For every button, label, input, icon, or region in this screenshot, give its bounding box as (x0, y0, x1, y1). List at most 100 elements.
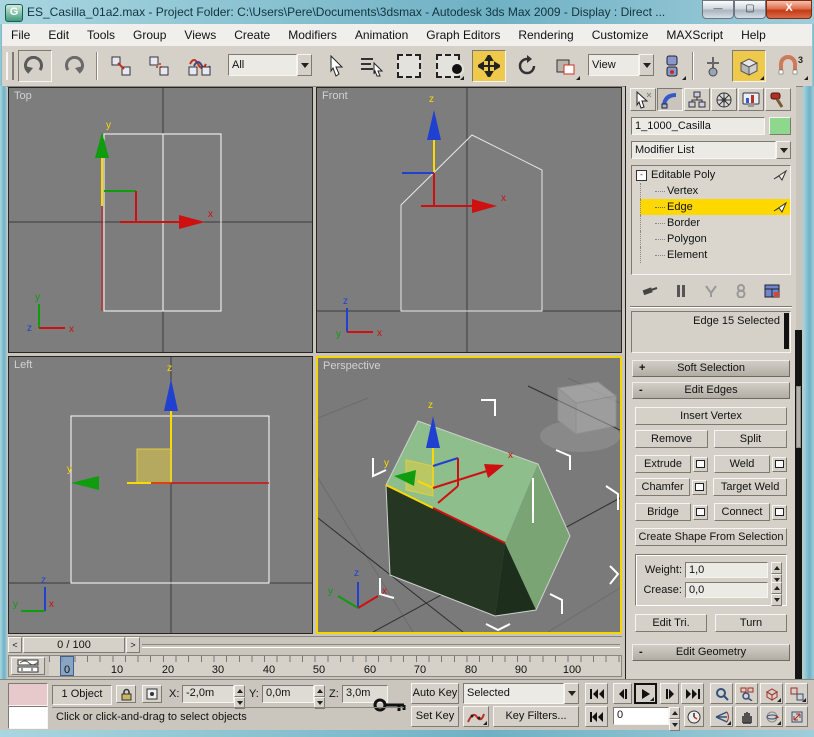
chamfer-button[interactable]: Chamfer (635, 478, 691, 496)
maximize-viewport-toggle-button[interactable] (785, 706, 808, 727)
target-weld-button[interactable]: Target Weld (713, 478, 787, 496)
selection-filter-arrow[interactable] (297, 54, 312, 76)
current-frame-field[interactable]: 0 (613, 707, 669, 725)
maximize-button[interactable]: ▢ (734, 0, 766, 19)
menu-rendering[interactable]: Rendering (509, 25, 582, 45)
crease-field[interactable]: 0,0 (685, 582, 768, 598)
stack-item-border[interactable]: Border (640, 215, 790, 231)
time-slider-next-button[interactable]: > (126, 637, 140, 653)
menu-animation[interactable]: Animation (346, 25, 417, 45)
x-coord-field[interactable]: -2,0m (182, 685, 234, 703)
weight-spinner[interactable] (771, 562, 782, 586)
menu-file[interactable]: File (2, 25, 39, 45)
rollout-soft-selection[interactable]: + Soft Selection (632, 360, 790, 377)
make-unique-icon[interactable] (704, 284, 718, 298)
selection-lock-toggle[interactable] (116, 685, 136, 703)
stack-item-vertex[interactable]: Vertex (640, 183, 790, 199)
stack-item-polygon[interactable]: Polygon (640, 231, 790, 247)
redo-button[interactable] (56, 50, 90, 82)
y-coord-field[interactable]: 0,0m (262, 685, 314, 703)
select-and-move-button[interactable] (472, 50, 506, 82)
select-and-link-button[interactable] (104, 50, 138, 82)
modifier-list-dropdown[interactable]: Modifier List (631, 141, 791, 159)
rollout-edit-geometry[interactable]: - Edit Geometry (632, 644, 790, 661)
menu-help[interactable]: Help (732, 25, 775, 45)
menu-tools[interactable]: Tools (78, 25, 124, 45)
menu-create[interactable]: Create (225, 25, 279, 45)
menu-maxscript[interactable]: MAXScript (657, 25, 732, 45)
modifier-list-arrow[interactable] (776, 141, 791, 159)
minimize-button[interactable]: — (702, 0, 734, 19)
toolbar-grip[interactable] (6, 52, 14, 80)
next-frame-button[interactable] (660, 683, 679, 704)
weld-settings-button[interactable] (772, 456, 787, 472)
tab-motion[interactable] (711, 88, 737, 111)
turn-button[interactable]: Turn (715, 614, 787, 632)
go-to-start-button[interactable] (585, 683, 608, 704)
create-shape-button[interactable]: Create Shape From Selection (635, 528, 787, 546)
pan-button[interactable] (735, 706, 758, 727)
field-of-view-button[interactable] (710, 706, 733, 727)
tab-utilities[interactable] (765, 88, 791, 111)
tab-hierarchy[interactable] (684, 88, 710, 111)
select-by-name-button[interactable] (354, 50, 388, 82)
remove-button[interactable]: Remove (635, 430, 708, 448)
selection-filter-dropdown[interactable]: All (228, 54, 312, 76)
time-configuration-button[interactable] (684, 706, 704, 727)
menu-graph-editors[interactable]: Graph Editors (417, 25, 509, 45)
previous-frame-button[interactable] (613, 683, 632, 704)
use-pivot-center-button[interactable] (658, 50, 688, 82)
key-mode-dropdown[interactable]: Selected (463, 683, 579, 704)
time-slider-handle[interactable]: 0 / 100 (23, 637, 125, 653)
x-coord-spinner[interactable] (234, 685, 245, 709)
set-key-button[interactable]: Set Key (411, 706, 459, 727)
key-mode-toggle-button[interactable] (463, 706, 489, 727)
ref-coord-system-arrow[interactable] (639, 54, 654, 76)
viewport-perspective[interactable]: z y x z y x Perspective (316, 356, 622, 634)
extrude-button[interactable]: Extrude (635, 455, 691, 473)
command-panel-scrollbar[interactable] (795, 330, 802, 679)
zoom-button[interactable] (710, 683, 733, 704)
menu-customize[interactable]: Customize (583, 25, 658, 45)
maxscript-listener-input[interactable] (8, 706, 48, 729)
zoom-all-button[interactable] (735, 683, 758, 704)
play-button[interactable] (634, 683, 657, 704)
viewport-left[interactable]: z y z y x Left (8, 356, 313, 634)
edit-tri-button[interactable]: Edit Tri. (635, 614, 707, 632)
absolute-offset-toggle[interactable] (142, 685, 162, 703)
configure-modifier-sets-icon[interactable] (764, 284, 780, 298)
split-button[interactable]: Split (714, 430, 787, 448)
chamfer-settings-button[interactable] (692, 479, 708, 495)
unlink-selection-button[interactable] (142, 50, 176, 82)
title-bar[interactable]: G ES_Casilla_01a2.max - Project Folder: … (0, 0, 814, 25)
tab-create[interactable] (630, 88, 656, 111)
viewport-top[interactable]: y x y x z Top (8, 87, 313, 353)
go-to-end-button[interactable] (681, 683, 704, 704)
key-mode-arrow[interactable] (564, 683, 579, 704)
show-end-result-icon[interactable] (675, 284, 687, 298)
angle-snap-toggle-button[interactable]: 3 (770, 50, 810, 82)
viewport-left-label[interactable]: Left (14, 359, 32, 371)
rollout-edit-edges[interactable]: - Edit Edges (632, 382, 790, 399)
viewport-front[interactable]: z x z x y Front (316, 87, 622, 353)
open-mini-curve-editor-button[interactable] (11, 657, 45, 675)
extrude-settings-button[interactable] (693, 456, 708, 472)
ref-coord-system-dropdown[interactable]: View (588, 54, 654, 76)
menu-modifiers[interactable]: Modifiers (279, 25, 346, 45)
selection-status-scrollbar[interactable] (784, 313, 789, 349)
stack-expand-box[interactable]: - (636, 169, 647, 181)
key-step-toggle-button[interactable] (585, 706, 608, 727)
menu-edit[interactable]: Edit (39, 25, 78, 45)
select-and-manipulate-button[interactable] (698, 50, 728, 82)
object-color-swatch[interactable] (769, 117, 791, 135)
time-slider-track[interactable] (142, 644, 620, 648)
undo-button[interactable] (18, 50, 52, 82)
window-crossing-toggle-button[interactable] (430, 50, 466, 82)
maxscript-listener-macro[interactable] (8, 683, 48, 706)
crease-spinner[interactable] (771, 582, 782, 606)
viewport-front-label[interactable]: Front (322, 90, 348, 102)
auto-key-button[interactable]: Auto Key (411, 683, 459, 704)
bridge-button[interactable]: Bridge (635, 503, 691, 521)
object-name-field[interactable]: 1_1000_Casilla (631, 117, 765, 135)
menu-group[interactable]: Group (124, 25, 175, 45)
